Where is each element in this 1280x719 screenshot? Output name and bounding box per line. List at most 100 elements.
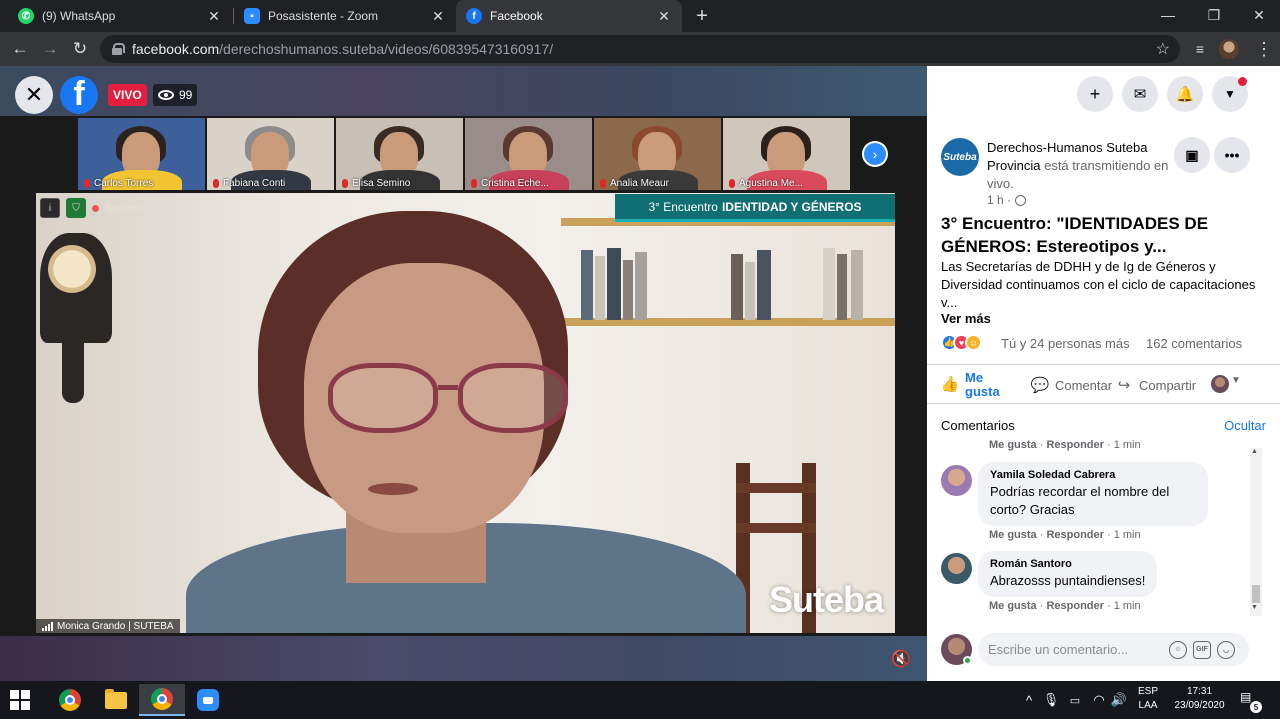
video-player[interactable]: Carlos Torres Fabiana Conti Elisa Semino… — [0, 66, 927, 681]
participant-name: Analia Meaur — [594, 176, 721, 190]
comment-reply-link[interactable]: Responder — [1046, 600, 1103, 612]
gif-icon[interactable]: GIF — [1193, 640, 1211, 659]
speaker-icon[interactable]: 🔊 — [1110, 690, 1128, 710]
microphone-icon[interactable]: 🎙 — [1042, 690, 1060, 710]
notifications-bell-icon[interactable]: 🔔 — [1167, 76, 1203, 112]
address-bar[interactable]: facebook.com/derechoshumanos.suteba/vide… — [100, 35, 1180, 63]
comment-like-link[interactable]: Me gusta — [989, 600, 1037, 612]
zoom-icon — [197, 689, 219, 711]
system-clock[interactable]: 17:31 23/09/2020 — [1172, 685, 1227, 713]
save-post-icon[interactable]: ▣ — [1174, 137, 1210, 173]
post-timestamp[interactable]: 1 h · — [987, 193, 1027, 207]
like-label: Me gusta — [965, 370, 1000, 399]
next-participants-button[interactable]: › — [862, 141, 888, 167]
comment-time: 1 min — [1113, 600, 1141, 612]
profile-avatar[interactable] — [1219, 39, 1239, 59]
taskbar-file-explorer[interactable] — [93, 684, 139, 716]
scroll-down-arrow-icon[interactable]: ▼ — [1251, 604, 1258, 611]
comment-author[interactable]: Yamila Soledad Cabrera — [990, 469, 1196, 481]
comment-reply-link[interactable]: Responder — [1046, 529, 1103, 541]
browser-tab-strip: ✆ (9) WhatsApp ✕ ▪ Posasistente - Zoom ✕… — [0, 0, 1280, 32]
share-label: Compartir — [1139, 377, 1197, 393]
info-icon[interactable]: i — [40, 198, 60, 218]
see-more-link[interactable]: Ver más — [941, 311, 991, 326]
chevron-up-icon[interactable]: ^ — [1020, 690, 1038, 710]
bookmark-star-icon[interactable]: ☆ — [1156, 39, 1170, 59]
comment-button[interactable]: 💬 Comentar — [1031, 369, 1112, 401]
facebook-logo-icon[interactable]: f — [60, 76, 98, 114]
battery-icon[interactable]: ▭ — [1066, 690, 1084, 710]
close-window-button[interactable]: ✕ — [1236, 0, 1280, 30]
close-icon[interactable]: ✕ — [430, 8, 446, 24]
shield-icon[interactable]: ⛉ — [66, 198, 86, 218]
post-header: Derechos-Humanos Suteba Provincia está t… — [987, 139, 1177, 193]
media-control-icon[interactable]: ≡ — [1188, 37, 1212, 61]
commenter-avatar[interactable] — [941, 553, 972, 584]
comment-composer[interactable]: ☺ GIF ◡ — [978, 633, 1249, 666]
tab-facebook[interactable]: f Facebook ✕ — [456, 0, 682, 32]
more-options-icon[interactable]: ••• — [1214, 137, 1250, 173]
tab-zoom[interactable]: ▪ Posasistente - Zoom ✕ — [234, 0, 456, 32]
clock-pendulum — [62, 343, 84, 403]
emoji-icon[interactable]: ☺ — [1169, 640, 1187, 659]
close-video-button[interactable]: ✕ — [15, 76, 53, 114]
comments-count[interactable]: 162 comentarios — [1146, 336, 1242, 351]
sticker-icon[interactable]: ◡ — [1217, 640, 1235, 659]
facebook-icon: f — [466, 8, 482, 24]
scrollbar-thumb[interactable] — [1252, 585, 1260, 603]
wifi-icon[interactable]: ◠ — [1090, 690, 1108, 710]
new-tab-button[interactable]: + — [690, 4, 714, 28]
page-avatar[interactable]: Suteba — [941, 138, 979, 176]
participant-name: Agustina Me... — [723, 176, 850, 190]
comment-time: 1 min — [1113, 440, 1141, 451]
scroll-up-arrow-icon[interactable]: ▲ — [1251, 448, 1258, 455]
tab-whatsapp[interactable]: ✆ (9) WhatsApp ✕ — [8, 0, 232, 32]
comment-input[interactable] — [988, 642, 1163, 657]
create-button[interactable]: + — [1077, 76, 1113, 112]
windows-start-icon[interactable] — [10, 690, 30, 710]
notification-dot — [1238, 77, 1247, 86]
clock-time: 17:31 — [1186, 686, 1213, 697]
eye-icon — [158, 90, 174, 100]
like-button[interactable]: 👍 Me gusta — [941, 369, 1015, 401]
messenger-icon[interactable]: ✉ — [1122, 76, 1158, 112]
back-button[interactable]: ← — [8, 37, 32, 61]
comment-label: Comentar — [1055, 377, 1113, 393]
reactions-summary[interactable]: Tú y 24 personas más — [1001, 336, 1130, 351]
comments-scrollbar[interactable] — [1250, 448, 1262, 616]
participant-name-text: Cristina Eche... — [481, 177, 549, 189]
comment-time: 1 min — [1113, 529, 1141, 541]
commenter-avatar[interactable] — [941, 465, 972, 496]
chevron-down-icon[interactable]: ▼ — [1231, 375, 1241, 386]
reaction-icons[interactable]: 👍 ♥ ☺ — [941, 334, 982, 351]
whatsapp-icon: ✆ — [18, 8, 34, 24]
participant-name-text: Elisa Semino — [352, 177, 411, 189]
taskbar-chrome-active[interactable] — [139, 684, 185, 716]
input-language[interactable]: ESP LAA — [1138, 685, 1158, 713]
comment-like-link[interactable]: Me gusta — [989, 529, 1037, 541]
windows-taskbar: ^ 🎙 ▭ ◠ 🔊 ESP LAA 17:31 23/09/2020 ▤ 5 — [0, 681, 1280, 719]
post-panel: + ✉ 🔔 ▼ Suteba Derechos-Humanos Suteba P… — [927, 66, 1280, 681]
book — [837, 254, 847, 320]
taskbar-chrome[interactable] — [47, 684, 93, 716]
maximize-button[interactable]: ❐ — [1191, 0, 1237, 30]
taskbar-zoom[interactable] — [185, 684, 231, 716]
book — [745, 262, 755, 320]
reload-button[interactable]: ↻ — [68, 37, 92, 61]
share-as-avatar[interactable] — [1211, 375, 1229, 393]
forward-button[interactable]: → — [38, 37, 62, 61]
participant-name: Cristina Eche... — [465, 176, 592, 190]
hide-comments-link[interactable]: Ocultar — [1224, 418, 1266, 433]
chrome-menu-icon[interactable]: ⋮ — [1252, 37, 1276, 61]
close-icon[interactable]: ✕ — [206, 8, 222, 24]
share-button[interactable]: ↪ Compartir — [1115, 369, 1196, 401]
comment-like-link[interactable]: Me gusta — [989, 440, 1037, 451]
close-icon[interactable]: ✕ — [656, 8, 672, 24]
comment-reply-link[interactable]: Responder — [1046, 440, 1103, 451]
banner-title: IDENTIDAD Y GÉNEROS — [721, 199, 862, 214]
minimize-button[interactable]: — — [1145, 0, 1191, 30]
comment-author[interactable]: Román Santoro — [990, 558, 1145, 570]
volume-muted-icon[interactable]: 🔇 — [890, 649, 912, 669]
comment-bubble: Yamila Soledad Cabrera Podrías recordar … — [978, 462, 1208, 526]
book — [823, 248, 835, 320]
